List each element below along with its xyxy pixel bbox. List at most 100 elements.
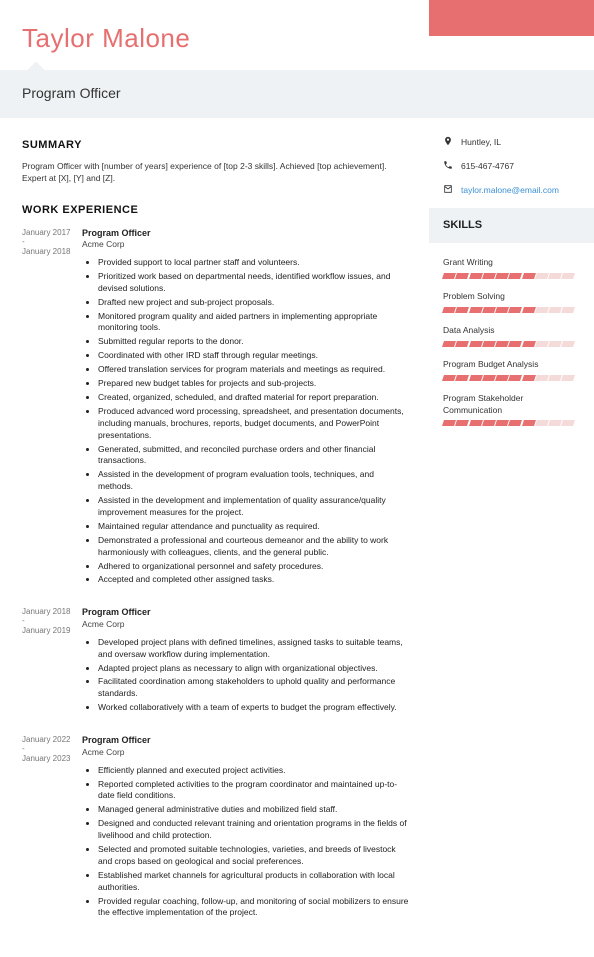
job-dates: January 2017-January 2018 xyxy=(22,227,82,589)
jobs-list: January 2017-January 2018Program Officer… xyxy=(22,227,411,922)
title-band: Program Officer xyxy=(0,70,594,118)
skill-bar xyxy=(443,375,574,381)
job-bullet: Created, organized, scheduled, and draft… xyxy=(98,392,411,404)
skill-segment xyxy=(548,420,562,426)
job-bullet: Facilitated coordination among stakehold… xyxy=(98,676,411,700)
job-company: Acme Corp xyxy=(82,239,411,251)
skill-segment xyxy=(469,307,483,313)
skill-segment xyxy=(455,307,469,313)
skill-segment xyxy=(548,375,562,381)
job-body: Program OfficerAcme Corp Efficiently plan… xyxy=(82,734,411,921)
skill-segment xyxy=(508,307,522,313)
job-bullet: Produced advanced word processing, sprea… xyxy=(98,406,411,442)
job-bullet: Prepared new budget tables for projects … xyxy=(98,378,411,390)
job-bullet: Generated, submitted, and reconciled pur… xyxy=(98,444,411,468)
summary-heading: SUMMARY xyxy=(22,138,411,153)
location-icon xyxy=(443,136,453,150)
job-bullet: Established market channels for agricult… xyxy=(98,870,411,894)
contact-location: Huntley, IL xyxy=(443,136,574,150)
skill-segment xyxy=(442,307,456,313)
accent-bar xyxy=(429,0,594,36)
skill-item: Data Analysis xyxy=(443,325,574,347)
skill-segment xyxy=(495,420,509,426)
job-body: Program OfficerAcme Corp Provided support… xyxy=(82,227,411,589)
job-bullet: Provided support to local partner staff … xyxy=(98,257,411,269)
job-bullet: Adapted project plans as necessary to al… xyxy=(98,663,411,675)
job-bullet: Assisted in the development and implemen… xyxy=(98,495,411,519)
phone-text: 615-467-4767 xyxy=(461,161,514,173)
email-icon xyxy=(443,184,453,198)
skill-segment xyxy=(535,307,549,313)
job-bullet: Offered translation services for program… xyxy=(98,364,411,376)
skill-segment xyxy=(455,273,469,279)
skill-segment xyxy=(495,307,509,313)
resume-page: Taylor Malone Program Officer SUMMARY Pr… xyxy=(0,0,594,957)
skill-segment xyxy=(442,375,456,381)
skill-bar xyxy=(443,341,574,347)
email-text[interactable]: taylor.malone@email.com xyxy=(461,185,559,197)
skill-segment xyxy=(548,273,562,279)
job-bullet: Developed project plans with defined tim… xyxy=(98,637,411,661)
job-role: Program Officer xyxy=(82,734,411,747)
job-bullet: Maintained regular attendance and punctu… xyxy=(98,521,411,533)
job-bullet: Adhered to organizational personnel and … xyxy=(98,561,411,573)
contact-email[interactable]: taylor.malone@email.com xyxy=(443,184,574,198)
skill-segment xyxy=(442,341,456,347)
candidate-title: Program Officer xyxy=(22,84,572,104)
job-company: Acme Corp xyxy=(82,747,411,759)
job-bullet: Reported completed activities to the pro… xyxy=(98,779,411,803)
skill-segment xyxy=(482,307,496,313)
job-bullet: Drafted new project and sub-project prop… xyxy=(98,297,411,309)
job-bullet: Designed and conducted relevant training… xyxy=(98,818,411,842)
job-dates: January 2018-January 2019 xyxy=(22,606,82,716)
skill-segment xyxy=(469,420,483,426)
skill-segment xyxy=(522,273,536,279)
job-entry: January 2022-January 2023Program Officer… xyxy=(22,734,411,921)
job-entry: January 2017-January 2018Program Officer… xyxy=(22,227,411,589)
work-heading: WORK EXPERIENCE xyxy=(22,203,411,218)
skill-segment xyxy=(522,420,536,426)
job-bullet: Selected and promoted suitable technolog… xyxy=(98,844,411,868)
skill-segment xyxy=(455,341,469,347)
skill-item: Program Budget Analysis xyxy=(443,359,574,381)
skill-segment xyxy=(495,375,509,381)
job-bullets: Efficiently planned and executed project… xyxy=(82,765,411,920)
skill-segment xyxy=(548,307,562,313)
contact-phone: 615-467-4767 xyxy=(443,160,574,174)
job-bullet: Provided regular coaching, follow-up, an… xyxy=(98,896,411,920)
job-bullet: Assisted in the development of program e… xyxy=(98,469,411,493)
skill-segment xyxy=(508,341,522,347)
skill-name: Data Analysis xyxy=(443,325,574,337)
skill-segment xyxy=(522,375,536,381)
skill-name: Program Budget Analysis xyxy=(443,359,574,371)
skill-segment xyxy=(522,307,536,313)
skill-segment xyxy=(482,341,496,347)
skill-segment xyxy=(469,375,483,381)
main-column: SUMMARY Program Officer with [number of … xyxy=(0,118,429,957)
skill-segment xyxy=(469,273,483,279)
job-entry: January 2018-January 2019Program Officer… xyxy=(22,606,411,716)
job-role: Program Officer xyxy=(82,227,411,240)
skill-item: Grant Writing xyxy=(443,257,574,279)
job-body: Program OfficerAcme CorpDeveloped projec… xyxy=(82,606,411,716)
skill-segment xyxy=(455,375,469,381)
skill-segment xyxy=(455,420,469,426)
skill-segment xyxy=(442,420,456,426)
skill-segment xyxy=(482,375,496,381)
skill-segment xyxy=(508,420,522,426)
job-bullet: Efficiently planned and executed project… xyxy=(98,765,411,777)
skill-name: Program Stakeholder Communication xyxy=(443,393,574,417)
job-bullets: Developed project plans with defined tim… xyxy=(82,637,411,714)
skill-bar xyxy=(443,420,574,426)
skill-segment xyxy=(508,375,522,381)
skills-heading: SKILLS xyxy=(443,218,574,233)
job-bullet: Coordinated with other IRD staff through… xyxy=(98,350,411,362)
skill-segment xyxy=(495,273,509,279)
skill-segment xyxy=(522,341,536,347)
skill-segment xyxy=(508,273,522,279)
job-bullet: Accepted and completed other assigned ta… xyxy=(98,574,411,586)
job-bullet: Monitored program quality and aided part… xyxy=(98,311,411,335)
job-company: Acme Corp xyxy=(82,619,411,631)
skill-bar xyxy=(443,307,574,313)
skill-segment xyxy=(535,375,549,381)
